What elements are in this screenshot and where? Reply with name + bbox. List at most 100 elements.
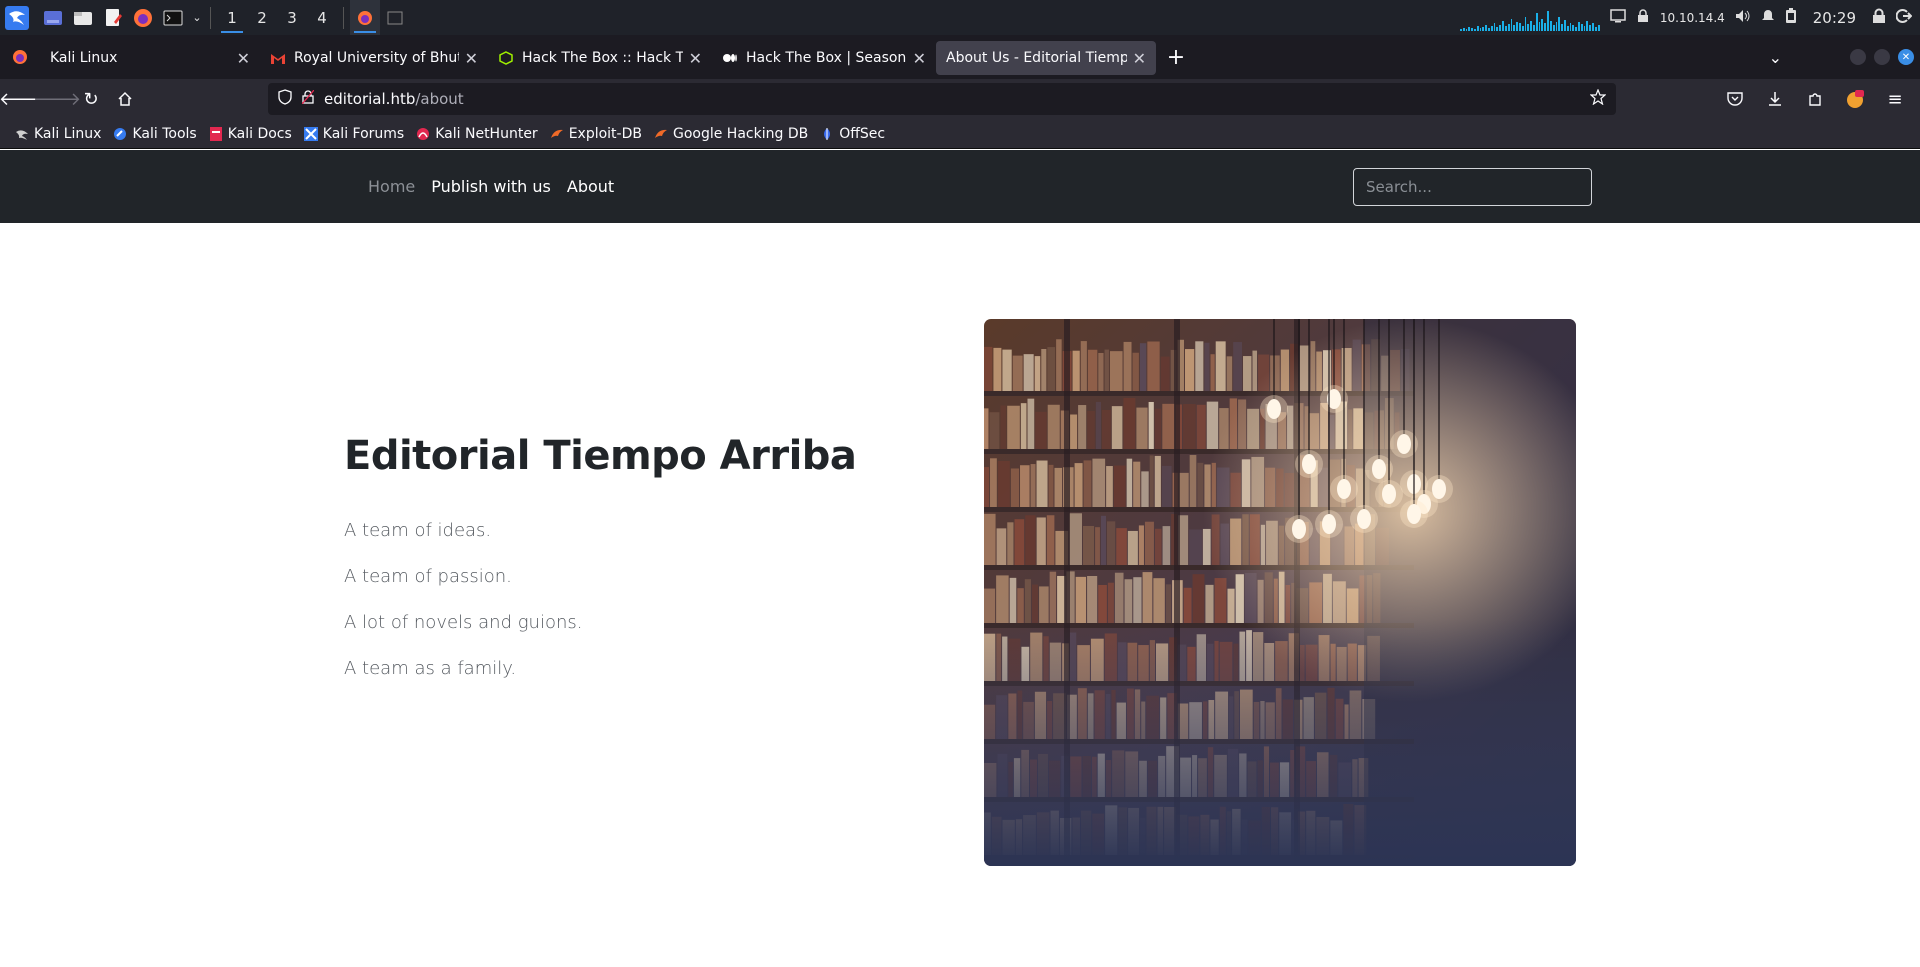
insecure-lock-icon[interactable]: [301, 89, 315, 108]
library-bookshelf-image: [984, 319, 1576, 866]
reload-button[interactable]: ↻: [74, 83, 108, 115]
home-button[interactable]: [108, 83, 142, 115]
htb-cube-icon: [498, 50, 514, 66]
url-path: /about: [415, 90, 464, 108]
close-tab-icon[interactable]: ✕: [237, 49, 250, 68]
search-input[interactable]: [1353, 168, 1592, 206]
workspace-1[interactable]: 1: [217, 0, 247, 35]
account-avatar-icon[interactable]: [1838, 83, 1872, 115]
power-manager-icon[interactable]: [1785, 7, 1797, 28]
bookmark-label: Kali Tools: [132, 125, 197, 142]
bookmark-exploit-db[interactable]: Exploit-DB: [545, 122, 647, 146]
new-tab-button[interactable]: +: [1160, 41, 1192, 73]
display-icon[interactable]: [1610, 8, 1626, 27]
bookmark-kali-forums[interactable]: Kali Forums: [299, 122, 409, 146]
tagline-3: A lot of novels and guions.: [344, 612, 583, 633]
forward-button[interactable]: 🡒: [33, 83, 81, 115]
tab-title: Hack The Box :: Hack The Box: [522, 50, 683, 66]
nav-link-home[interactable]: Home: [368, 177, 415, 196]
tab-title: Royal University of Bhutan: [294, 50, 459, 66]
ghdb-icon: [654, 127, 668, 141]
medium-icon: [722, 50, 738, 66]
bookmark-kali-tools[interactable]: Kali Tools: [108, 122, 201, 146]
panel-separator: [210, 6, 211, 29]
close-tab-icon[interactable]: ✕: [689, 49, 702, 68]
tab-bar: Kali Linux ✕ Royal University of Bhutan …: [0, 35, 1920, 79]
bookmark-kali-linux[interactable]: Kali Linux: [10, 122, 106, 146]
tab-title: Kali Linux: [50, 50, 118, 66]
site-navbar: Home Publish with us About: [0, 150, 1920, 223]
extensions-icon[interactable]: [1798, 83, 1832, 115]
bookmark-label: Kali Docs: [227, 125, 292, 142]
lock-screen-icon[interactable]: [1872, 8, 1886, 28]
panel-separator: [343, 6, 344, 29]
gmail-icon: [270, 50, 286, 66]
tab-hack-the-box[interactable]: Hack The Box :: Hack The Box ✕: [488, 41, 712, 75]
tagline-1: A team of ideas.: [344, 520, 492, 541]
offsec-icon: [820, 127, 834, 141]
list-all-tabs-icon[interactable]: ⌄: [1769, 48, 1782, 67]
page-title: Editorial Tiempo Arriba: [344, 433, 857, 479]
tab-kali-linux[interactable]: Kali Linux ✕: [40, 41, 260, 75]
bookmark-label: Exploit-DB: [568, 125, 642, 142]
taskbar-firefox-window[interactable]: [350, 0, 380, 35]
bookmark-label: OffSec: [839, 125, 886, 142]
minimize-window-button[interactable]: [1850, 49, 1866, 65]
url-bar[interactable]: editorial.htb/about: [268, 83, 1616, 115]
tab-title: Hack The Box | Season 5-: [746, 50, 907, 66]
close-tab-icon[interactable]: ✕: [1133, 49, 1146, 68]
bookmark-kali-nethunter[interactable]: Kali NetHunter: [411, 122, 542, 146]
close-tab-icon[interactable]: ✕: [913, 49, 926, 68]
nethunter-icon: [416, 127, 430, 141]
volume-icon[interactable]: [1735, 9, 1751, 27]
kali-dragon-icon: [15, 127, 29, 141]
bookmark-star-icon[interactable]: [1589, 88, 1607, 109]
bookmark-offsec[interactable]: OffSec: [815, 122, 890, 146]
nav-link-about[interactable]: About: [567, 177, 614, 196]
file-manager-icon[interactable]: [70, 5, 96, 31]
pocket-icon[interactable]: [1718, 83, 1752, 115]
tab-title: About Us - Editorial Tiempo Arriba: [946, 50, 1127, 66]
terminal-launcher-icon[interactable]: [160, 5, 186, 31]
workspace-4[interactable]: 4: [307, 0, 337, 35]
bookmarks-toolbar: Kali Linux Kali Tools Kali Docs Kali For…: [0, 119, 1920, 149]
firefox-view-icon[interactable]: [0, 49, 40, 65]
workspace-2[interactable]: 2: [247, 0, 277, 35]
system-panel: ⌄ 1 2 3 4 10.10.14.4 20:29: [0, 0, 1920, 35]
app-menu-icon[interactable]: ≡: [1878, 83, 1912, 115]
close-tab-icon[interactable]: ✕: [465, 49, 478, 68]
bookmark-label: Kali Forums: [322, 125, 405, 142]
navigation-toolbar: 🡐 🡒 ↻ editorial.htb/about ≡: [0, 79, 1920, 119]
maximize-window-button[interactable]: [1874, 49, 1890, 65]
tagline-2: A team of passion.: [344, 566, 512, 587]
kali-menu-icon[interactable]: [4, 5, 30, 31]
downloads-icon[interactable]: [1758, 83, 1792, 115]
url-host: editorial.htb: [324, 90, 416, 108]
logout-icon[interactable]: [1895, 8, 1913, 28]
workspace-show-desktop-icon[interactable]: [40, 5, 66, 31]
vpn-ip-address: 10.10.14.4: [1659, 10, 1725, 25]
tracking-protection-icon[interactable]: [278, 89, 292, 109]
clock[interactable]: 20:29: [1813, 9, 1856, 27]
bookmark-label: Kali NetHunter: [435, 125, 538, 142]
tab-about-us[interactable]: About Us - Editorial Tiempo Arriba ✕: [936, 41, 1156, 75]
vpn-icon[interactable]: [1636, 8, 1650, 27]
workspace-3[interactable]: 3: [277, 0, 307, 35]
tagline-4: A team as a family.: [344, 658, 517, 679]
bookmark-kali-docs[interactable]: Kali Docs: [204, 122, 297, 146]
network-graph: [1459, 5, 1600, 31]
nav-link-publish[interactable]: Publish with us: [431, 177, 551, 196]
kali-forums-icon: [303, 126, 318, 141]
close-window-button[interactable]: ✕: [1898, 49, 1914, 65]
bookmark-label: Kali Linux: [34, 125, 102, 142]
notification-bell-icon[interactable]: [1761, 9, 1775, 27]
tab-htb-season[interactable]: Hack The Box | Season 5- ✕: [712, 41, 936, 75]
launcher-dropdown-icon[interactable]: ⌄: [190, 5, 204, 31]
kali-docs-icon: [209, 126, 223, 141]
bookmark-google-hacking-db[interactable]: Google Hacking DB: [649, 122, 813, 146]
bookmark-label: Google Hacking DB: [672, 125, 809, 142]
text-editor-icon[interactable]: [100, 5, 126, 31]
tab-royal-university[interactable]: Royal University of Bhutan ✕: [260, 41, 488, 75]
firefox-launcher-icon[interactable]: [130, 5, 156, 31]
taskbar-terminal-window[interactable]: [380, 0, 410, 35]
